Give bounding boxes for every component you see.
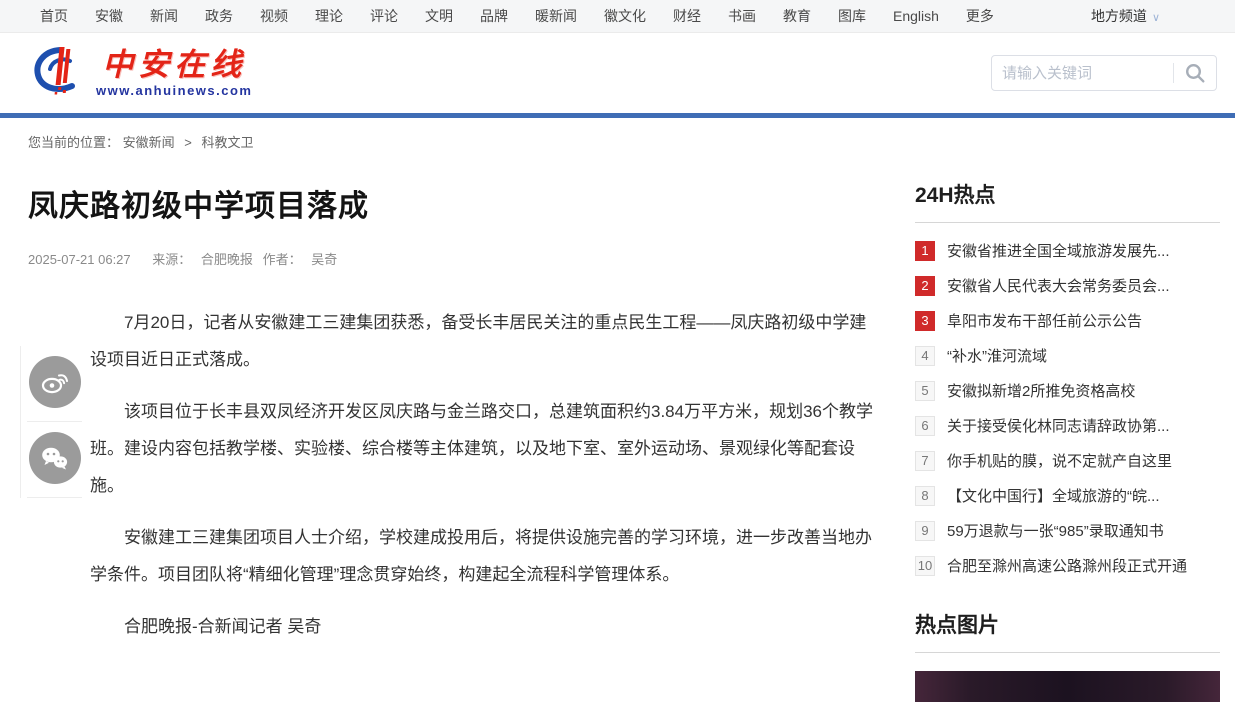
search-input[interactable]: [992, 65, 1173, 82]
article-column: 凤庆路初级中学项目落成 2025-07-21 06:27 来源： 合肥晚报 作者…: [28, 151, 880, 702]
pics-section-title: 热点图片: [915, 609, 1220, 653]
hot-list-item[interactable]: 1 安徽省推进全国全域旅游发展先...: [915, 233, 1220, 268]
search-icon: [1184, 62, 1206, 84]
region-channel-dropdown[interactable]: 地方频道 ∨: [1091, 6, 1160, 26]
article-body: 7月20日，记者从安徽建工三建集团获悉，备受长丰居民关注的重点民生工程——凤庆路…: [90, 304, 880, 645]
hot-list-item[interactable]: 7 你手机贴的膜，说不定就产自这里: [915, 443, 1220, 478]
rank-badge: 2: [915, 276, 935, 296]
hot-list-item[interactable]: 8 【文化中国行】全域旅游的“皖...: [915, 478, 1220, 513]
nav-item[interactable]: 教育: [783, 6, 811, 26]
hot-item-title[interactable]: “补水”淮河流域: [947, 345, 1047, 366]
site-logo[interactable]: 中安在线 www.anhuinews.com: [30, 43, 252, 104]
hot-section-title: 24H热点: [915, 179, 1220, 223]
rank-badge: 8: [915, 486, 935, 506]
rank-badge: 6: [915, 416, 935, 436]
site-header: 中安在线 www.anhuinews.com: [0, 33, 1235, 113]
breadcrumb-prefix: 您当前的位置：: [28, 135, 119, 150]
article-source: 合肥晚报: [201, 252, 253, 267]
chevron-down-icon: ∨: [1152, 11, 1160, 24]
breadcrumb-link-section[interactable]: 安徽新闻: [123, 135, 175, 150]
hot-list-item[interactable]: 9 59万退款与一张“985”录取通知书: [915, 513, 1220, 548]
search-box: [991, 55, 1217, 91]
article-author: 吴奇: [311, 252, 337, 267]
hot-item-title[interactable]: 安徽拟新增2所推免资格高校: [947, 380, 1135, 401]
article-paragraph: 安徽建工三建集团项目人士介绍，学校建成投用后，将提供设施完善的学习环境，进一步改…: [90, 519, 880, 593]
article-date: 2025-07-21 06:27: [28, 252, 131, 267]
article-byline: 合肥晚报-合新闻记者 吴奇: [90, 608, 880, 645]
nav-item[interactable]: 评论: [370, 6, 398, 26]
hot-item-title[interactable]: 阜阳市发布干部任前公示公告: [947, 310, 1142, 331]
article-meta: 2025-07-21 06:27 来源： 合肥晚报 作者： 吴奇: [28, 249, 880, 268]
rank-badge: 7: [915, 451, 935, 471]
rank-badge: 9: [915, 521, 935, 541]
nav-item[interactable]: 品牌: [480, 6, 508, 26]
nav-item[interactable]: English: [893, 8, 939, 24]
hot-list-item[interactable]: 6 关于接受侯化林同志请辞政协第...: [915, 408, 1220, 443]
breadcrumb-separator: >: [184, 135, 192, 150]
rank-badge: 5: [915, 381, 935, 401]
hot-list: 1 安徽省推进全国全域旅游发展先... 2 安徽省人民代表大会常务委员会... 3 阜阳市…: [915, 233, 1220, 583]
nav-item[interactable]: 首页: [40, 6, 68, 26]
hot-list-item[interactable]: 4 “补水”淮河流域: [915, 338, 1220, 373]
main-layout: 凤庆路初级中学项目落成 2025-07-21 06:27 来源： 合肥晚报 作者…: [0, 151, 1235, 702]
top-utility-nav: 首页 安徽 新闻 政务 视频 理论 评论 文明 品牌 暖新闻 徽文化 财经 书画 教育 图库 English 更…: [0, 0, 1235, 33]
nav-item[interactable]: 理论: [315, 6, 343, 26]
nav-item[interactable]: 更多: [966, 6, 994, 26]
article-paragraph: 7月20日，记者从安徽建工三建集团获悉，备受长丰居民关注的重点民生工程——凤庆路…: [90, 304, 880, 378]
logo-text: 中安在线 www.anhuinews.com: [96, 49, 252, 98]
rank-badge: 10: [915, 556, 935, 576]
pics-section: 热点图片: [915, 609, 1220, 702]
nav-item[interactable]: 图库: [838, 6, 866, 26]
search-button[interactable]: [1174, 56, 1216, 90]
hot-item-title[interactable]: 关于接受侯化林同志请辞政协第...: [947, 415, 1170, 436]
hot-item-title[interactable]: 安徽省推进全国全域旅游发展先...: [947, 240, 1170, 261]
rank-badge: 3: [915, 311, 935, 331]
hot-item-title[interactable]: 安徽省人民代表大会常务委员会...: [947, 275, 1170, 296]
nav-item[interactable]: 政务: [205, 6, 233, 26]
nav-item[interactable]: 新闻: [150, 6, 178, 26]
hot-list-item[interactable]: 10 合肥至滁州高速公路滁州段正式开通: [915, 548, 1220, 583]
top-nav-items: 首页 安徽 新闻 政务 视频 理论 评论 文明 品牌 暖新闻 徽文化 财经 书画 教育 图库 English 更…: [40, 6, 1021, 26]
sidebar: 24H热点 1 安徽省推进全国全域旅游发展先... 2 安徽省人民代表大会常务委员会.…: [915, 151, 1220, 702]
nav-item[interactable]: 财经: [673, 6, 701, 26]
rank-badge: 4: [915, 346, 935, 366]
share-wechat-button[interactable]: [27, 422, 82, 498]
nav-item[interactable]: 书画: [728, 6, 756, 26]
rank-badge: 1: [915, 241, 935, 261]
site-url: www.anhuinews.com: [96, 83, 252, 98]
article-title: 凤庆路初级中学项目落成: [28, 181, 880, 225]
wechat-icon: [29, 432, 81, 484]
article-author-label: 作者：: [263, 252, 302, 267]
hot-item-title[interactable]: 你手机贴的膜，说不定就产自这里: [947, 450, 1172, 471]
nav-item[interactable]: 徽文化: [604, 6, 646, 26]
hot-item-title[interactable]: 【文化中国行】全域旅游的“皖...: [947, 485, 1160, 506]
nav-item[interactable]: 视频: [260, 6, 288, 26]
share-weibo-button[interactable]: [27, 346, 82, 422]
hot-item-title[interactable]: 合肥至滁州高速公路滁州段正式开通: [947, 555, 1187, 576]
nav-item[interactable]: 安徽: [95, 6, 123, 26]
hot-list-item[interactable]: 3 阜阳市发布干部任前公示公告: [915, 303, 1220, 338]
nav-item[interactable]: 文明: [425, 6, 453, 26]
region-channel-label: 地方频道: [1091, 6, 1147, 26]
hot-item-title[interactable]: 59万退款与一张“985”录取通知书: [947, 520, 1164, 541]
article-paragraph: 该项目位于长丰县双凤经济开发区凤庆路与金兰路交口，总建筑面积约3.84万平方米，…: [90, 393, 880, 504]
nav-item[interactable]: 暖新闻: [535, 6, 577, 26]
site-name: 中安在线: [102, 49, 246, 80]
weibo-icon: [29, 356, 81, 408]
hot-list-item[interactable]: 2 安徽省人民代表大会常务委员会...: [915, 268, 1220, 303]
hot-list-item[interactable]: 5 安徽拟新增2所推免资格高校: [915, 373, 1220, 408]
breadcrumb: 您当前的位置： 安徽新闻 > 科教文卫: [0, 118, 1235, 151]
article-source-label: 来源：: [152, 252, 191, 267]
anhuinews-swirl-logo-icon: [30, 43, 88, 104]
banquet-hall-photo[interactable]: [915, 671, 1220, 702]
share-rail: [20, 346, 82, 498]
breadcrumb-link-subsection[interactable]: 科教文卫: [202, 135, 254, 150]
